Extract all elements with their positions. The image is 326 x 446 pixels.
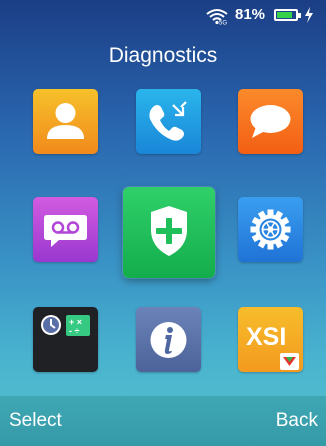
battery-icon [274, 9, 298, 21]
select-softkey[interactable]: Select [9, 410, 62, 432]
battery-percentage: 81% [235, 6, 266, 23]
charging-icon [305, 7, 313, 23]
phone-screen: 5G 81% Diagnostics + × - ÷ XSI Select Ba… [0, 0, 326, 446]
svg-text:5G: 5G [219, 21, 227, 26]
svg-text:- ÷: - ÷ [69, 326, 79, 336]
back-softkey[interactable]: Back [276, 410, 318, 432]
call-history-icon [136, 89, 201, 154]
contacts-tile[interactable] [33, 89, 98, 154]
info-icon [136, 307, 201, 372]
settings-tile[interactable] [238, 197, 303, 262]
voicemail-tile[interactable] [33, 197, 98, 262]
page-title: Diagnostics [108, 44, 218, 67]
message-icon [238, 89, 303, 154]
tools-icon: + × - ÷ [33, 307, 98, 372]
tools-tile[interactable]: + × - ÷ [33, 307, 98, 372]
status-bar: 5G 81% [0, 0, 326, 30]
diagnostics-icon [123, 187, 215, 278]
softkey-bar: Select Back [0, 396, 326, 446]
svg-text:XSI: XSI [246, 323, 286, 351]
call-history-tile[interactable] [136, 89, 201, 154]
info-tile[interactable] [136, 307, 201, 372]
voicemail-icon [33, 197, 98, 262]
xsi-icon: XSI [238, 307, 303, 372]
diagnostics-tile[interactable] [123, 187, 215, 278]
message-tile[interactable] [238, 89, 303, 154]
contacts-icon [33, 89, 98, 154]
settings-icon [238, 197, 303, 262]
wifi-5g-icon: 5G [206, 9, 228, 26]
xsi-tile[interactable]: XSI [238, 307, 303, 372]
